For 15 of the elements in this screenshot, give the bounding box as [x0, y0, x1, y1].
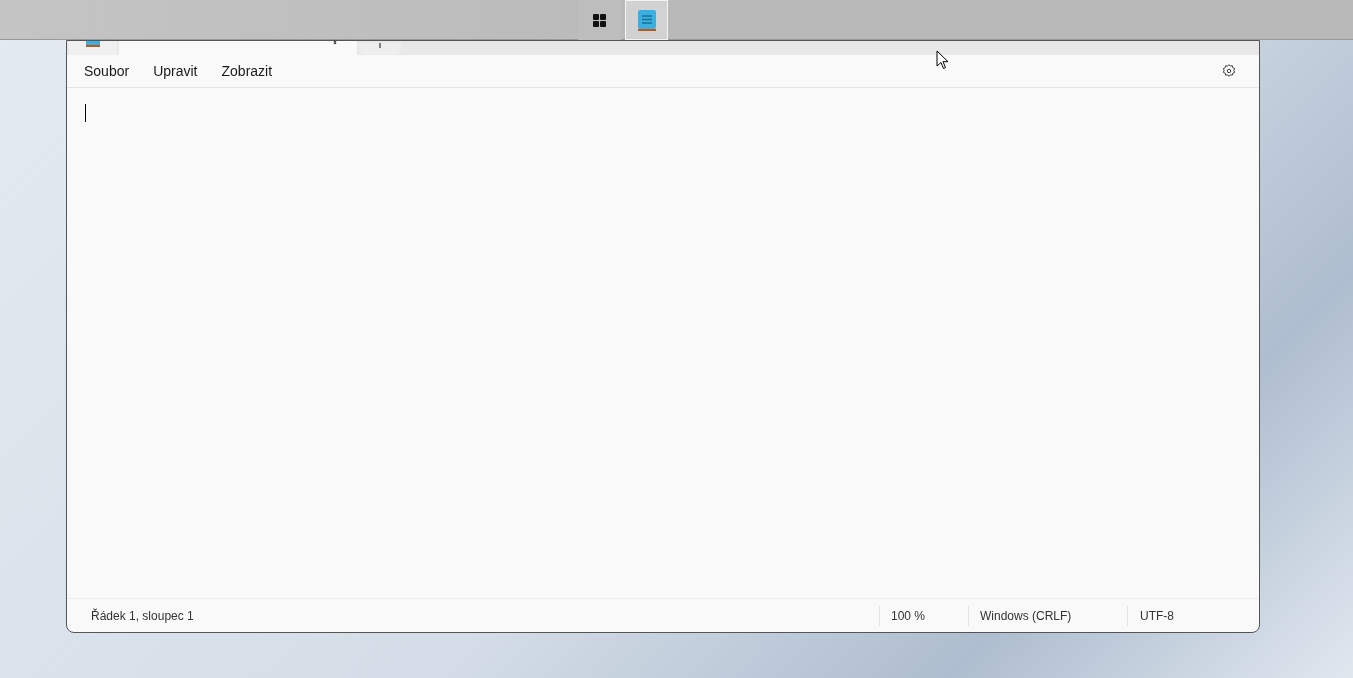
start-button[interactable]: [578, 0, 621, 40]
text-caret: [85, 104, 86, 122]
line-ending: Windows (CRLF): [980, 607, 1072, 625]
menu-item[interactable]: Zobrazit: [210, 57, 284, 85]
settings-icon[interactable]: [1221, 63, 1237, 79]
mouse-pointer-icon: [936, 50, 949, 70]
notepad-icon: [636, 8, 657, 32]
grid-icon: [593, 13, 606, 27]
encoding: UTF-8: [1140, 607, 1174, 625]
notepad-taskbar-button[interactable]: [625, 0, 668, 40]
menu-item[interactable]: Soubor: [73, 57, 141, 85]
cursor-position: Řádek 1, sloupec 1: [91, 607, 194, 625]
menu-item[interactable]: Upravit: [142, 57, 209, 85]
zoom-level: 100 %: [891, 607, 926, 625]
notepad-icon: [86, 41, 100, 47]
